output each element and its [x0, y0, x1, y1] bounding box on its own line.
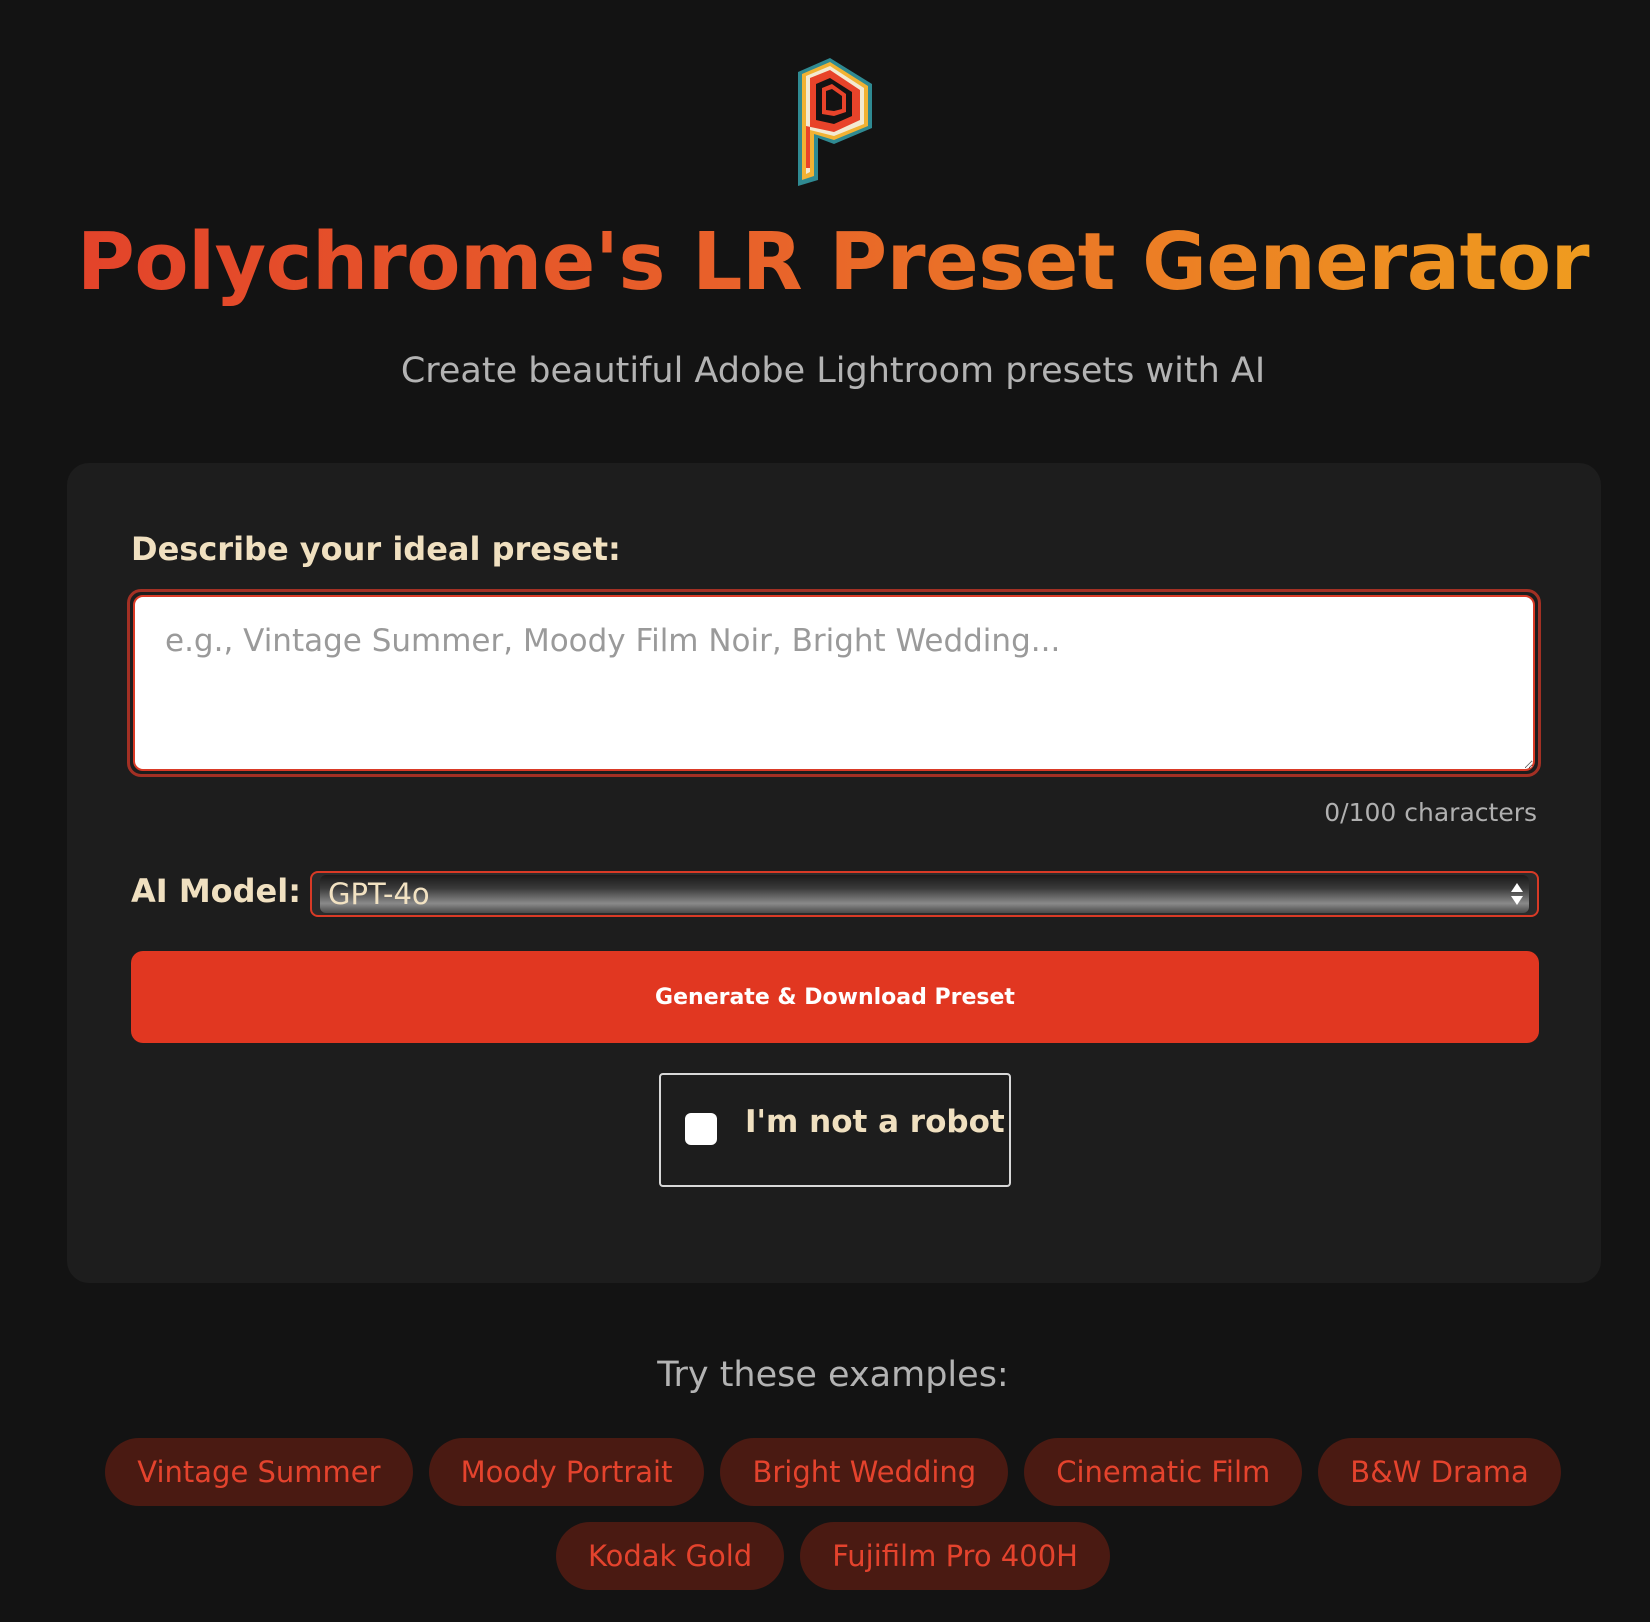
ai-model-select[interactable]: GPT-4o — [310, 871, 1539, 917]
description-input[interactable] — [133, 595, 1535, 771]
ai-model-select-control[interactable]: GPT-4o — [320, 875, 1529, 913]
example-chips: Vintage Summer Moody Portrait Bright Wed… — [60, 1438, 1606, 1590]
recaptcha-widget: I'm not a robot — [659, 1073, 1011, 1187]
description-field-wrapper — [127, 589, 1541, 777]
polychrome-logo-icon — [798, 58, 872, 186]
example-chip-fujifilm-pro-400h[interactable]: Fujifilm Pro 400H — [800, 1522, 1110, 1590]
example-chip-bw-drama[interactable]: B&W Drama — [1318, 1438, 1561, 1506]
description-label: Describe your ideal preset: — [131, 530, 621, 568]
example-chip-moody-portrait[interactable]: Moody Portrait — [428, 1438, 705, 1506]
select-arrows-icon — [1511, 883, 1523, 905]
ai-model-label: AI Model: — [131, 872, 302, 910]
not-robot-checkbox[interactable] — [685, 1113, 717, 1145]
page: Polychrome's LR Preset Generator Create … — [0, 0, 1650, 1622]
example-chip-vintage-summer[interactable]: Vintage Summer — [105, 1438, 413, 1506]
ai-model-selected-value: GPT-4o — [328, 877, 430, 911]
example-chip-cinematic-film[interactable]: Cinematic Film — [1024, 1438, 1303, 1506]
generator-card: Describe your ideal preset: 0/100 charac… — [67, 463, 1601, 1283]
character-counter: 0/100 characters — [1324, 798, 1537, 827]
not-robot-label: I'm not a robot — [745, 1104, 1005, 1140]
example-chip-bright-wedding[interactable]: Bright Wedding — [720, 1438, 1009, 1506]
page-title: Polychrome's LR Preset Generator — [0, 212, 1650, 312]
generate-download-button[interactable]: Generate & Download Preset — [131, 951, 1539, 1043]
example-chip-kodak-gold[interactable]: Kodak Gold — [556, 1522, 785, 1590]
examples-heading: Try these examples: — [657, 1355, 1009, 1395]
page-subtitle: Create beautiful Adobe Lightroom presets… — [400, 351, 1266, 391]
